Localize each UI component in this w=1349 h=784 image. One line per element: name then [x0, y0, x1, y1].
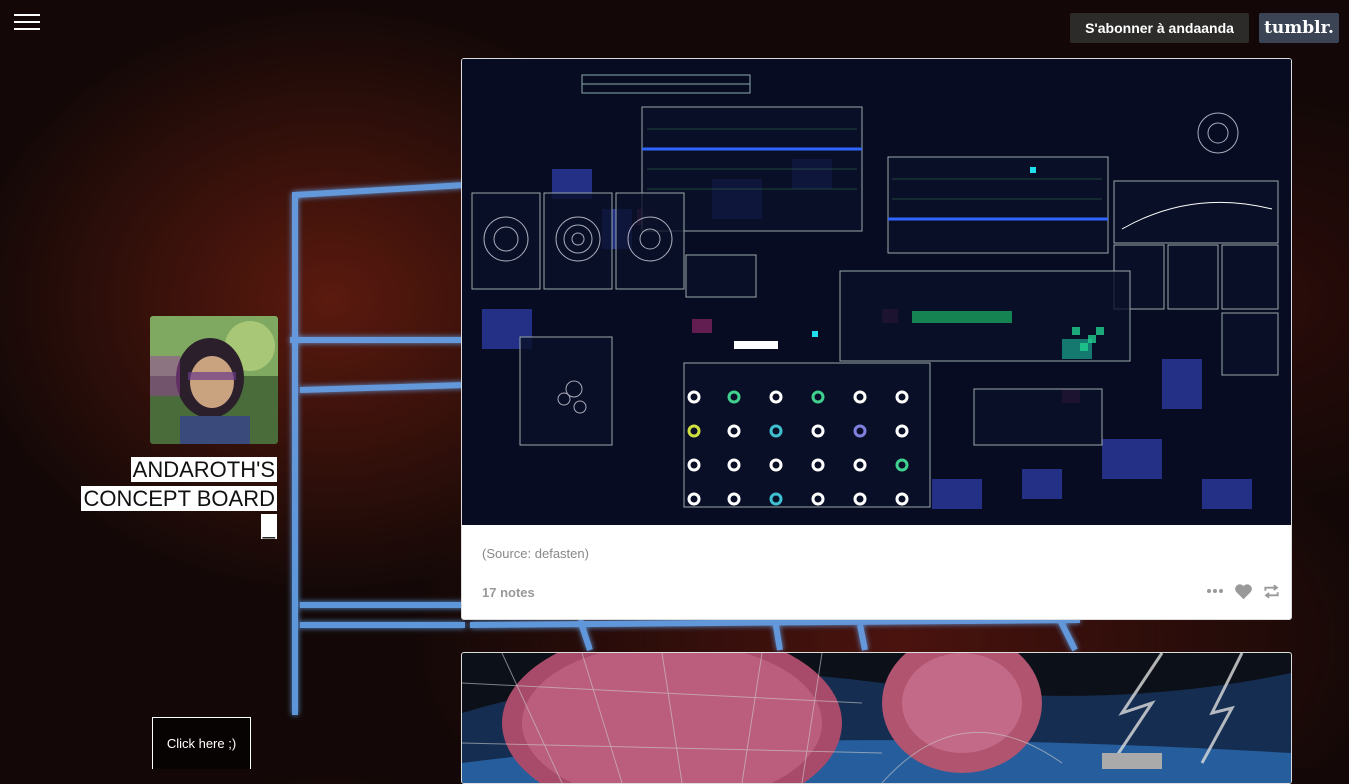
post-card: (Source: defasten) 17 notes	[461, 58, 1292, 620]
space-station-pink-spheres-image	[462, 653, 1291, 783]
post-card	[461, 652, 1292, 784]
avatar-image	[150, 316, 278, 444]
source-link[interactable]: defasten	[535, 546, 585, 561]
sci-fi-hud-interface-image	[462, 59, 1291, 525]
notes-count[interactable]: 17 notes	[482, 585, 535, 600]
reblog-icon[interactable]	[1261, 581, 1281, 601]
post-photo[interactable]	[462, 59, 1291, 525]
tumblr-logo[interactable]: tumblr.	[1259, 13, 1339, 43]
blog-title[interactable]: ANDAROTH'S CONCEPT BOARD _	[77, 456, 277, 542]
post-actions	[1205, 581, 1281, 601]
post-source: (Source: defasten)	[482, 546, 589, 561]
follow-button[interactable]: S'abonner à andaanda	[1070, 13, 1249, 43]
post-photo[interactable]	[462, 653, 1291, 783]
blog-avatar[interactable]	[150, 316, 278, 444]
like-heart-icon[interactable]	[1233, 581, 1253, 601]
click-here-button[interactable]: Click here ;)	[152, 717, 251, 769]
hamburger-menu-icon[interactable]	[14, 14, 40, 34]
more-dots-icon[interactable]	[1205, 581, 1225, 601]
